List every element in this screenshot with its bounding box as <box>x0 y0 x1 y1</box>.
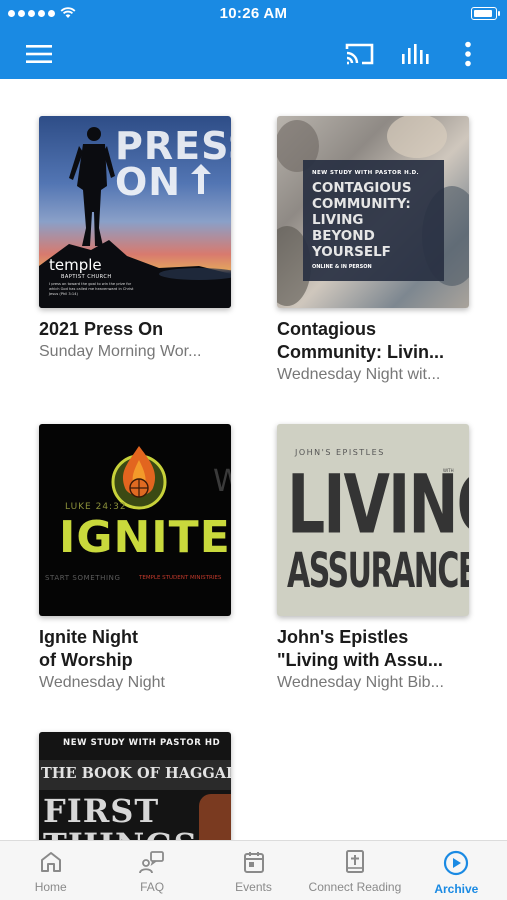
bottom-tab-bar: Home FAQ Events Connect Reading Archive <box>0 840 507 900</box>
tab-connect-reading[interactable]: Connect Reading <box>304 841 405 900</box>
cast-button[interactable] <box>337 28 383 79</box>
app-bar <box>0 28 507 79</box>
series-subtitle: Wednesday Night Bib... <box>277 674 444 691</box>
series-title-line-2: Community: Livin... <box>277 342 445 362</box>
more-options-button[interactable] <box>450 28 486 79</box>
artwork-line-5: YOURSELF <box>312 244 391 260</box>
artwork-edge-letter: W <box>213 464 231 499</box>
artwork-right-tag: TEMPLE STUDENT MINISTRIES <box>139 575 222 581</box>
status-bar: 10:26 AM <box>0 0 507 28</box>
bible-icon <box>345 850 364 873</box>
battery-icon <box>471 7 500 20</box>
tab-events[interactable]: Events <box>203 841 304 900</box>
series-title-line-2: of Worship <box>39 650 133 670</box>
series-card-ignite[interactable]: LUKE 24:32 IGNITE START SOMETHING TEMPLE… <box>39 424 231 693</box>
series-title-line-2: "Living with Assu... <box>277 650 443 670</box>
series-title: 2021 Press On <box>39 319 164 339</box>
calendar-icon <box>243 852 264 873</box>
artwork-reference: LUKE 24:32 <box>65 502 127 512</box>
archive-grid: PRESS ON temple BAPTIST CHURCH I press o… <box>0 79 507 840</box>
up-arrow-icon <box>191 164 211 194</box>
artwork-line-4: BEYOND <box>312 228 375 244</box>
home-icon <box>40 852 61 872</box>
series-artwork: NEW STUDY WITH PASTOR HD THE BOOK OF HAG… <box>39 732 231 840</box>
series-title: Contagious <box>277 319 376 339</box>
church-logo-sub: BAPTIST CHURCH <box>61 274 112 280</box>
series-card-contagious-community[interactable]: NEW STUDY WITH PASTOR H.D. CONTAGIOUS CO… <box>277 116 469 385</box>
artwork-line-2: ASSURANCE <box>287 544 469 600</box>
artwork-line-3: LIVING <box>312 212 364 228</box>
artwork-with: WITH <box>443 468 454 473</box>
series-artwork: PRESS ON temple BAPTIST CHURCH I press o… <box>39 116 231 308</box>
tab-label: Home <box>34 880 67 894</box>
series-artwork: NEW STUDY WITH PASTOR H.D. CONTAGIOUS CO… <box>277 116 469 308</box>
tab-label: Archive <box>434 882 479 896</box>
artwork-verse: I press on toward the goal to win the pr… <box>49 282 134 296</box>
artwork-left-tag: START SOMETHING <box>45 574 121 582</box>
artwork-kicker: NEW STUDY WITH PASTOR H.D. <box>312 170 420 176</box>
artwork-line-2: COMMUNITY: <box>312 196 411 212</box>
artwork-kicker: NEW STUDY WITH PASTOR HD <box>63 738 221 748</box>
kebab-icon <box>465 41 471 66</box>
series-card-living-assurance[interactable]: JOHN'S EPISTLES LIVING WITH ASSURANCE Jo… <box>277 424 469 693</box>
series-artwork: LUKE 24:32 IGNITE START SOMETHING TEMPLE… <box>39 424 231 616</box>
artwork-line-1: CONTAGIOUS <box>312 180 412 196</box>
hamburger-icon <box>26 44 52 63</box>
faq-icon <box>139 851 165 874</box>
artwork-footer: ONLINE & IN PERSON <box>312 264 372 270</box>
artwork-headline: IGNITE <box>59 512 231 563</box>
series-subtitle: Wednesday Night wit... <box>277 366 441 383</box>
series-card-haggai[interactable]: NEW STUDY WITH PASTOR HD THE BOOK OF HAG… <box>39 732 231 840</box>
artwork-line-3: THINGS <box>43 826 198 840</box>
hand-graphic <box>199 794 231 840</box>
status-time: 10:26 AM <box>219 5 288 22</box>
tab-archive[interactable]: Archive <box>406 841 507 900</box>
series-title: John's Epistles <box>277 627 409 647</box>
audio-levels-button[interactable] <box>392 28 438 79</box>
artwork-line-2: FIRST <box>43 792 160 830</box>
tab-label: FAQ <box>140 880 165 894</box>
tab-label: Connect Reading <box>308 880 402 894</box>
cast-icon <box>345 43 374 64</box>
tab-label: Events <box>235 880 272 894</box>
church-logo: temple <box>49 256 102 274</box>
series-card-press-on[interactable]: PRESS ON temple BAPTIST CHURCH I press o… <box>39 116 231 362</box>
artwork-line-1: THE BOOK OF HAGGAI <box>41 765 231 782</box>
series-subtitle: Wednesday Night <box>39 674 165 691</box>
artwork-kicker: JOHN'S EPISTLES <box>295 448 385 457</box>
tab-home[interactable]: Home <box>0 841 101 900</box>
series-title: Ignite Night <box>39 627 138 647</box>
bars-icon <box>402 43 429 64</box>
tab-faq[interactable]: FAQ <box>101 841 202 900</box>
artwork-line-1: LIVING <box>287 458 469 553</box>
artwork-headline-2: ON <box>115 160 182 204</box>
series-artwork: JOHN'S EPISTLES LIVING WITH ASSURANCE <box>277 424 469 616</box>
menu-button[interactable] <box>14 28 64 79</box>
series-subtitle: Sunday Morning Wor... <box>39 343 202 360</box>
play-circle-icon <box>444 850 469 876</box>
